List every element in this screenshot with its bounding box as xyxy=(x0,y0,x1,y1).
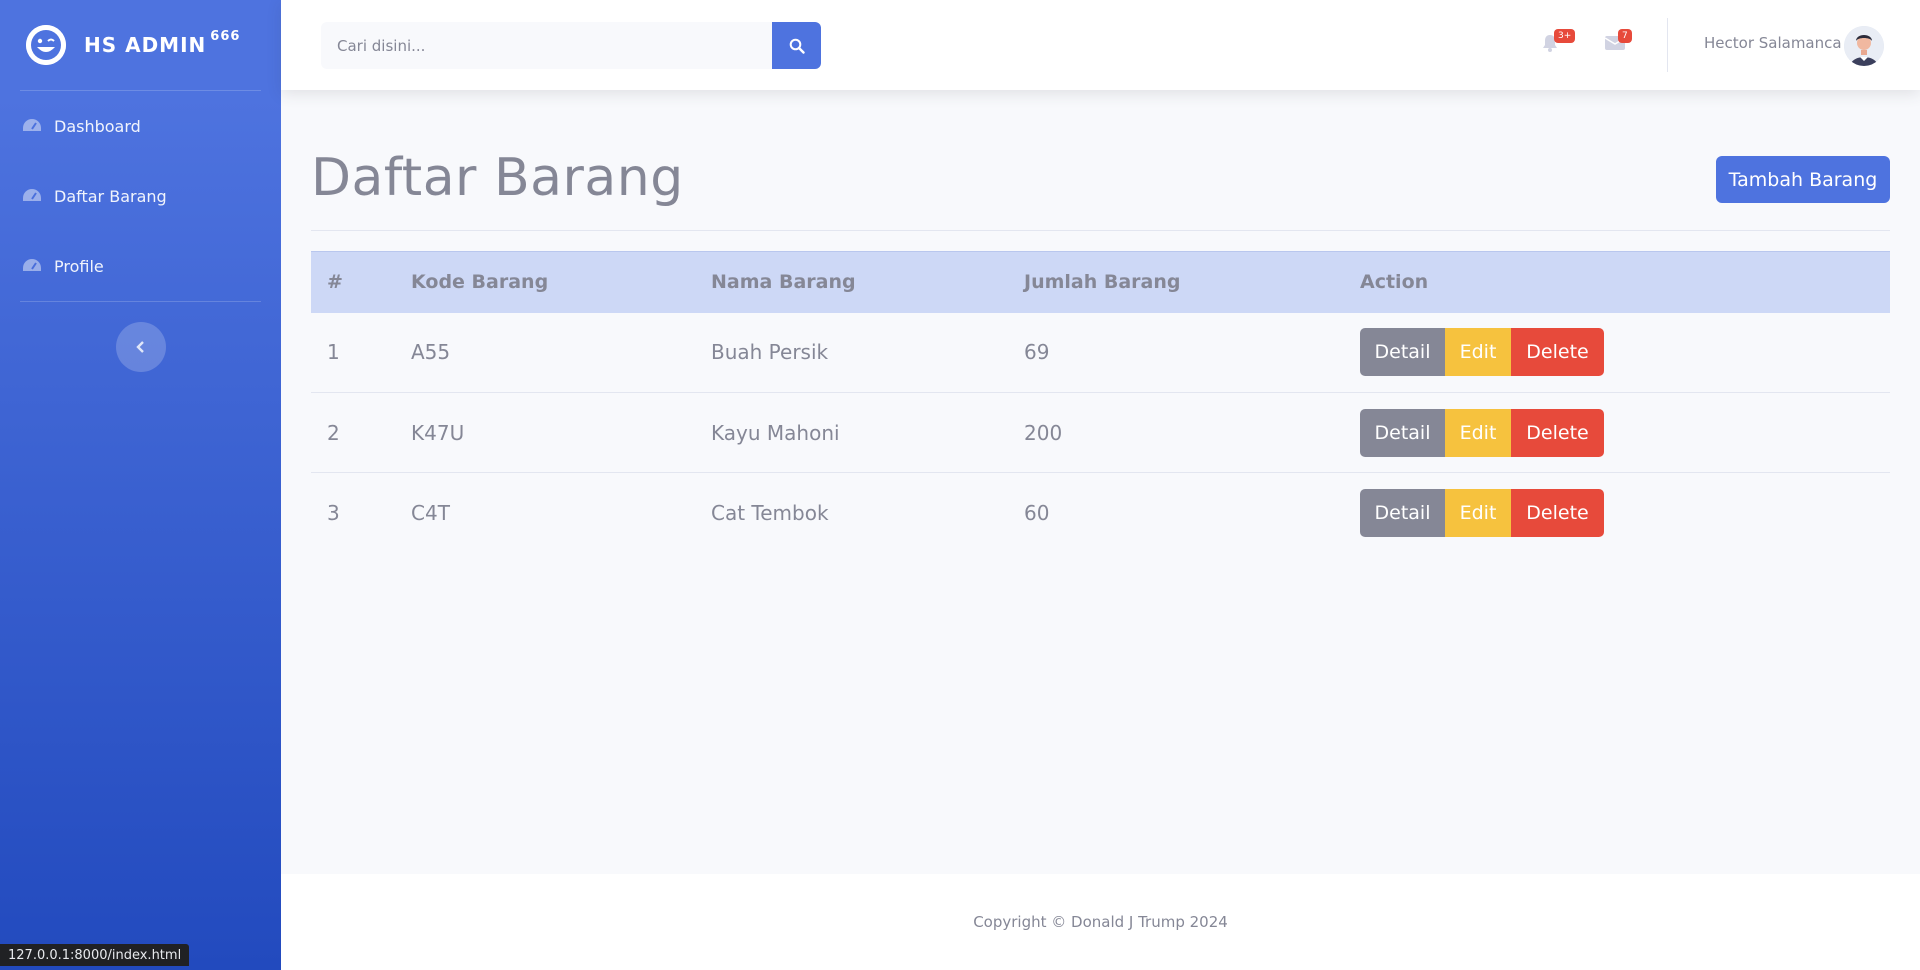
delete-button[interactable]: Delete xyxy=(1511,328,1604,377)
delete-button[interactable]: Delete xyxy=(1511,488,1604,537)
search-form xyxy=(321,22,821,69)
topbar-divider xyxy=(1667,18,1668,72)
column-header-nama: Nama Barang xyxy=(695,251,1008,313)
cell-action: Detail Edit Delete xyxy=(1344,313,1890,393)
detail-button[interactable]: Detail xyxy=(1360,328,1445,377)
search-button[interactable] xyxy=(772,22,821,69)
brand-name: HS ADMIN 666 xyxy=(84,29,241,57)
search-icon xyxy=(789,38,805,54)
table-row: 1 A55 Buah Persik 69 Detail Edit Delete xyxy=(311,313,1890,393)
detail-button[interactable]: Detail xyxy=(1360,408,1445,457)
alerts-counter: 3+ xyxy=(1554,29,1576,43)
user-name[interactable]: Hector Salamanca xyxy=(1704,34,1842,52)
tachometer-icon xyxy=(23,189,41,201)
cell-kode: A55 xyxy=(411,340,451,365)
cell-no: 3 xyxy=(327,500,340,525)
cell-nama: Buah Persik xyxy=(711,340,829,365)
edit-button[interactable]: Edit xyxy=(1445,408,1511,457)
column-header-action: Action xyxy=(1344,251,1890,313)
sidebar-item-label: Daftar Barang xyxy=(54,186,167,206)
cell-nama: Kayu Mahoni xyxy=(711,420,840,445)
brand[interactable]: HS ADMIN 666 xyxy=(0,0,281,90)
cell-jumlah: 69 xyxy=(1024,340,1050,365)
column-header-jumlah: Jumlah Barang xyxy=(1008,251,1344,313)
tachometer-icon xyxy=(23,119,41,131)
cell-jumlah: 200 xyxy=(1024,420,1063,445)
sidebar-item-daftar-barang[interactable]: Daftar Barang xyxy=(0,161,281,231)
action-button-group: Detail Edit Delete xyxy=(1360,328,1890,377)
sidebar-toggle-button[interactable] xyxy=(115,322,166,372)
messages-dropdown[interactable]: 7 xyxy=(1604,29,1632,59)
action-button-group: Detail Edit Delete xyxy=(1360,408,1890,457)
cell-action: Detail Edit Delete xyxy=(1344,393,1890,473)
tachometer-icon xyxy=(23,259,41,271)
messages-counter: 7 xyxy=(1618,29,1632,43)
items-table: # Kode Barang Nama Barang Jumlah Barang … xyxy=(311,251,1890,553)
user-avatar-icon xyxy=(1844,26,1884,66)
cell-no: 1 xyxy=(327,340,340,365)
column-header-kode: Kode Barang xyxy=(395,251,695,313)
detail-button[interactable]: Detail xyxy=(1360,488,1445,537)
chevron-left-icon xyxy=(135,341,144,353)
cell-action: Detail Edit Delete xyxy=(1344,473,1890,553)
action-button-group: Detail Edit Delete xyxy=(1360,488,1890,537)
sidebar-item-label: Dashboard xyxy=(54,116,141,136)
topbar: 3+ 7 Hector Salamanca xyxy=(281,0,1920,90)
cell-kode: K47U xyxy=(411,420,465,445)
footer: Copyright © Donald J Trump 2024 xyxy=(281,874,1920,970)
avatar[interactable] xyxy=(1844,26,1884,66)
table-row: 3 C4T Cat Tembok 60 Detail Edit Delete xyxy=(311,473,1890,553)
edit-button[interactable]: Edit xyxy=(1445,328,1511,377)
divider xyxy=(311,230,1890,231)
copyright-text: Copyright © Donald J Trump 2024 xyxy=(973,913,1228,931)
laugh-wink-icon xyxy=(26,25,66,65)
sidebar-item-label: Profile xyxy=(54,256,104,276)
status-bar-url: 127.0.0.1:8000/index.html xyxy=(0,944,190,966)
add-item-button[interactable]: Tambah Barang xyxy=(1716,156,1890,203)
alerts-dropdown[interactable]: 3+ xyxy=(1540,29,1576,59)
cell-kode: C4T xyxy=(411,500,450,525)
table-row: 2 K47U Kayu Mahoni 200 Detail Edit Delet… xyxy=(311,393,1890,473)
edit-button[interactable]: Edit xyxy=(1445,488,1511,537)
sidebar-toggle-wrap xyxy=(0,302,281,372)
table-header-row: # Kode Barang Nama Barang Jumlah Barang … xyxy=(311,251,1890,313)
delete-button[interactable]: Delete xyxy=(1511,408,1604,457)
column-header-no: # xyxy=(311,251,395,313)
sidebar-item-profile[interactable]: Profile xyxy=(0,231,281,301)
sidebar: HS ADMIN 666 Dashboard Daftar Barang Prof… xyxy=(0,0,281,970)
cell-no: 2 xyxy=(327,420,340,445)
cell-nama: Cat Tembok xyxy=(711,500,829,525)
sidebar-item-dashboard[interactable]: Dashboard xyxy=(0,91,281,161)
cell-jumlah: 60 xyxy=(1024,500,1050,525)
page-title: Daftar Barang xyxy=(311,148,684,208)
search-input[interactable] xyxy=(321,22,772,69)
